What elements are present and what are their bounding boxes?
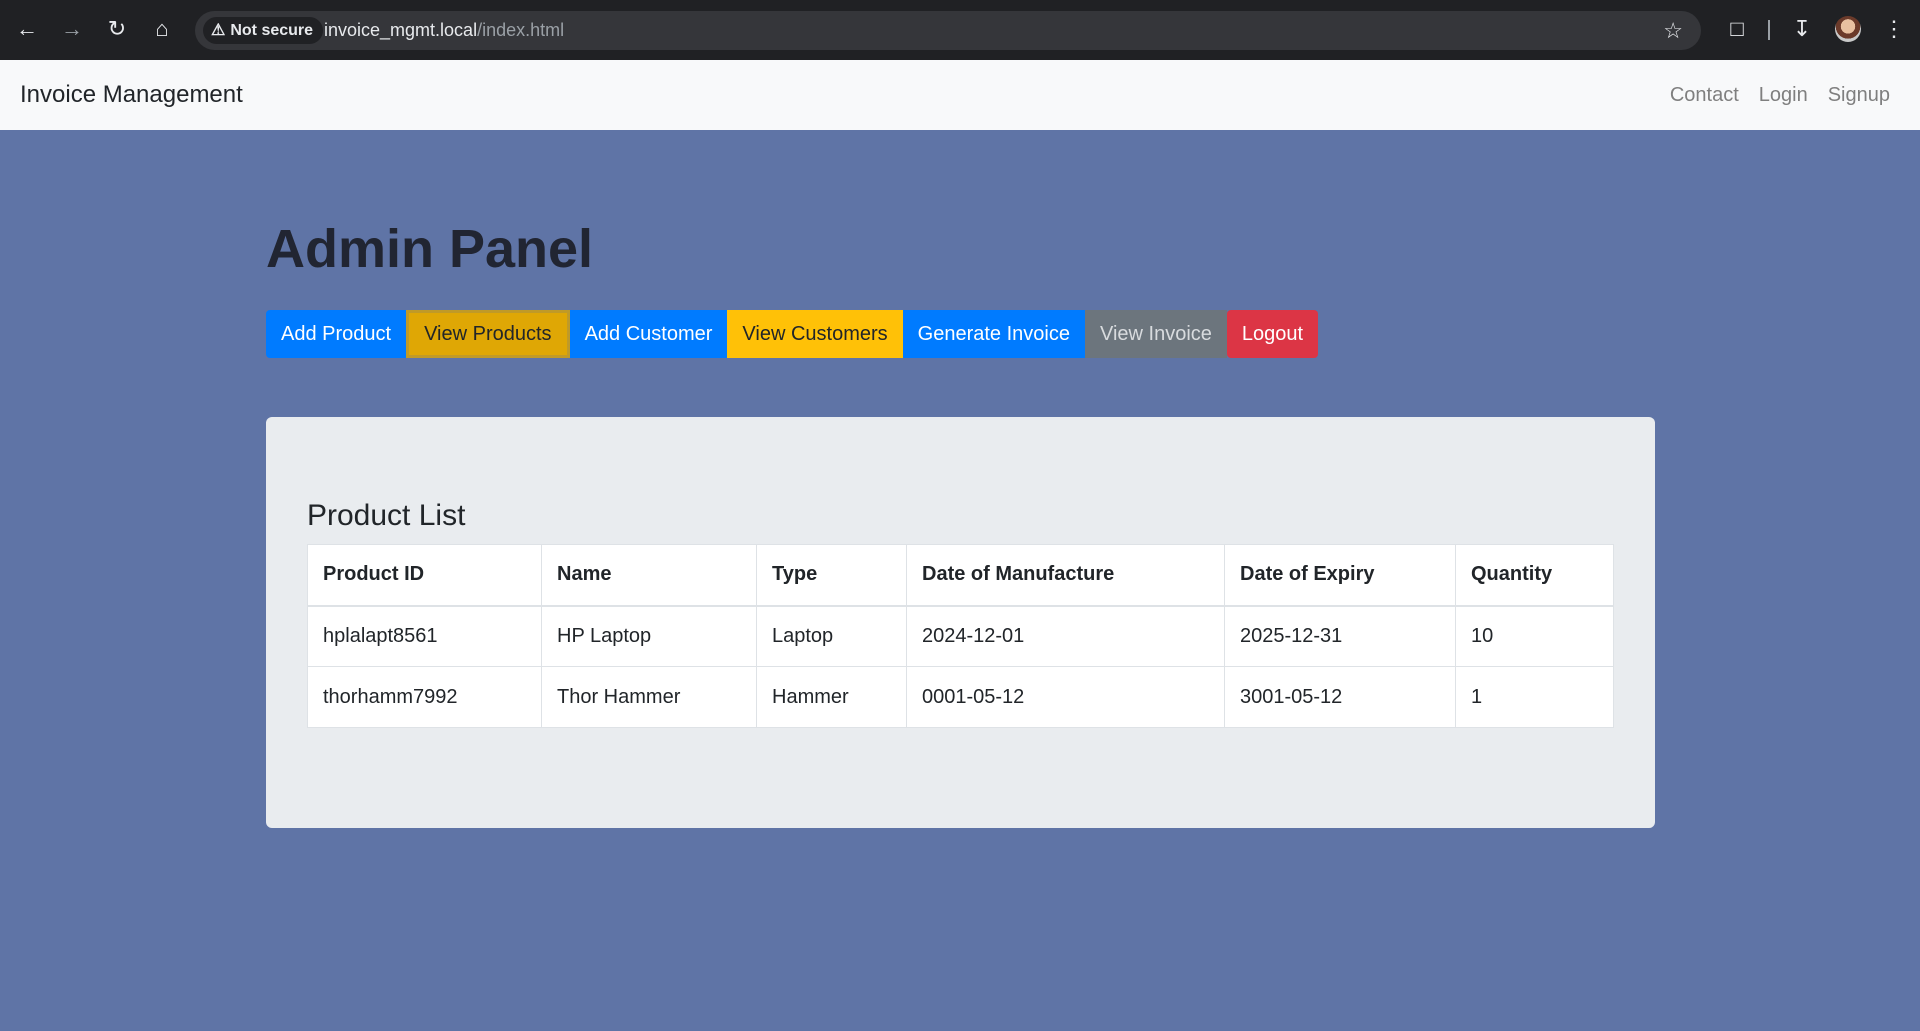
profile-avatar[interactable]: [1835, 16, 1861, 42]
product-list-heading: Product List: [307, 499, 466, 532]
url-text[interactable]: invoice_mgmt.local/index.html: [324, 11, 564, 50]
table-cell: 10: [1455, 605, 1614, 667]
nav-link-login[interactable]: Login: [1759, 60, 1808, 130]
navbar-brand[interactable]: Invoice Management: [20, 60, 243, 130]
menu-dots-icon[interactable]: ⋮: [1879, 14, 1909, 44]
forward-arrow-icon[interactable]: →: [57, 14, 87, 44]
extensions-icon[interactable]: □: [1722, 14, 1752, 44]
view-invoice-button[interactable]: View Invoice: [1084, 310, 1227, 358]
toolbar-divider: [1768, 20, 1770, 40]
page-title: Admin Panel: [266, 219, 594, 279]
column-header: Product ID: [307, 544, 542, 607]
table-cell: hplalapt8561: [307, 605, 542, 667]
product-list-card: Product List Product ID Name Type Date o…: [266, 417, 1655, 828]
bookmark-star-icon[interactable]: ☆: [1663, 11, 1683, 50]
browser-toolbar: ← → ↻ ⌂ ⚠ Not secure invoice_mgmt.local/…: [0, 0, 1920, 60]
column-header: Name: [541, 544, 757, 607]
view-products-button[interactable]: View Products: [406, 310, 570, 358]
address-bar[interactable]: ⚠ Not secure invoice_mgmt.local/index.ht…: [195, 11, 1701, 50]
table-cell: Thor Hammer: [541, 666, 757, 728]
table-cell: HP Laptop: [541, 605, 757, 667]
column-header: Type: [756, 544, 907, 607]
url-path: /index.html: [477, 20, 565, 40]
table-cell: 2024-12-01: [906, 605, 1225, 667]
product-table: Product ID Name Type Date of Manufacture…: [307, 544, 1614, 728]
reload-icon[interactable]: ↻: [102, 14, 132, 44]
table-header-row: Product ID Name Type Date of Manufacture…: [307, 544, 1614, 607]
navbar-links: Contact Login Signup: [1670, 60, 1890, 130]
warning-icon: ⚠: [211, 22, 226, 39]
download-icon[interactable]: ↧: [1787, 14, 1817, 44]
view-customers-button[interactable]: View Customers: [727, 310, 903, 358]
table-cell: 3001-05-12: [1224, 666, 1456, 728]
security-chip[interactable]: ⚠ Not secure: [203, 17, 324, 44]
column-header: Date of Expiry: [1224, 544, 1456, 607]
app-navbar: Invoice Management Contact Login Signup: [0, 60, 1920, 130]
column-header: Quantity: [1455, 544, 1614, 607]
nav-link-contact[interactable]: Contact: [1670, 60, 1739, 130]
logout-button[interactable]: Logout: [1226, 310, 1319, 358]
table-cell: Laptop: [756, 605, 907, 667]
add-customer-button[interactable]: Add Customer: [569, 310, 728, 358]
add-product-button[interactable]: Add Product: [266, 310, 407, 358]
generate-invoice-button[interactable]: Generate Invoice: [902, 310, 1085, 358]
admin-action-buttons: Add Product View Products Add Customer V…: [266, 310, 1319, 358]
nav-link-signup[interactable]: Signup: [1828, 60, 1890, 130]
back-arrow-icon[interactable]: ←: [12, 14, 42, 44]
table-cell: 2025-12-31: [1224, 605, 1456, 667]
table-row: hplalapt8561 HP Laptop Laptop 2024-12-01…: [307, 605, 1614, 667]
table-cell: thorhamm7992: [307, 666, 542, 728]
table-cell: 0001-05-12: [906, 666, 1225, 728]
security-label: Not secure: [230, 22, 314, 39]
url-host: invoice_mgmt.local: [324, 20, 478, 40]
table-cell: 1: [1455, 666, 1614, 728]
table-row: thorhamm7992 Thor Hammer Hammer 0001-05-…: [307, 666, 1614, 728]
column-header: Date of Manufacture: [906, 544, 1225, 607]
home-icon[interactable]: ⌂: [147, 14, 177, 44]
table-cell: Hammer: [756, 666, 907, 728]
